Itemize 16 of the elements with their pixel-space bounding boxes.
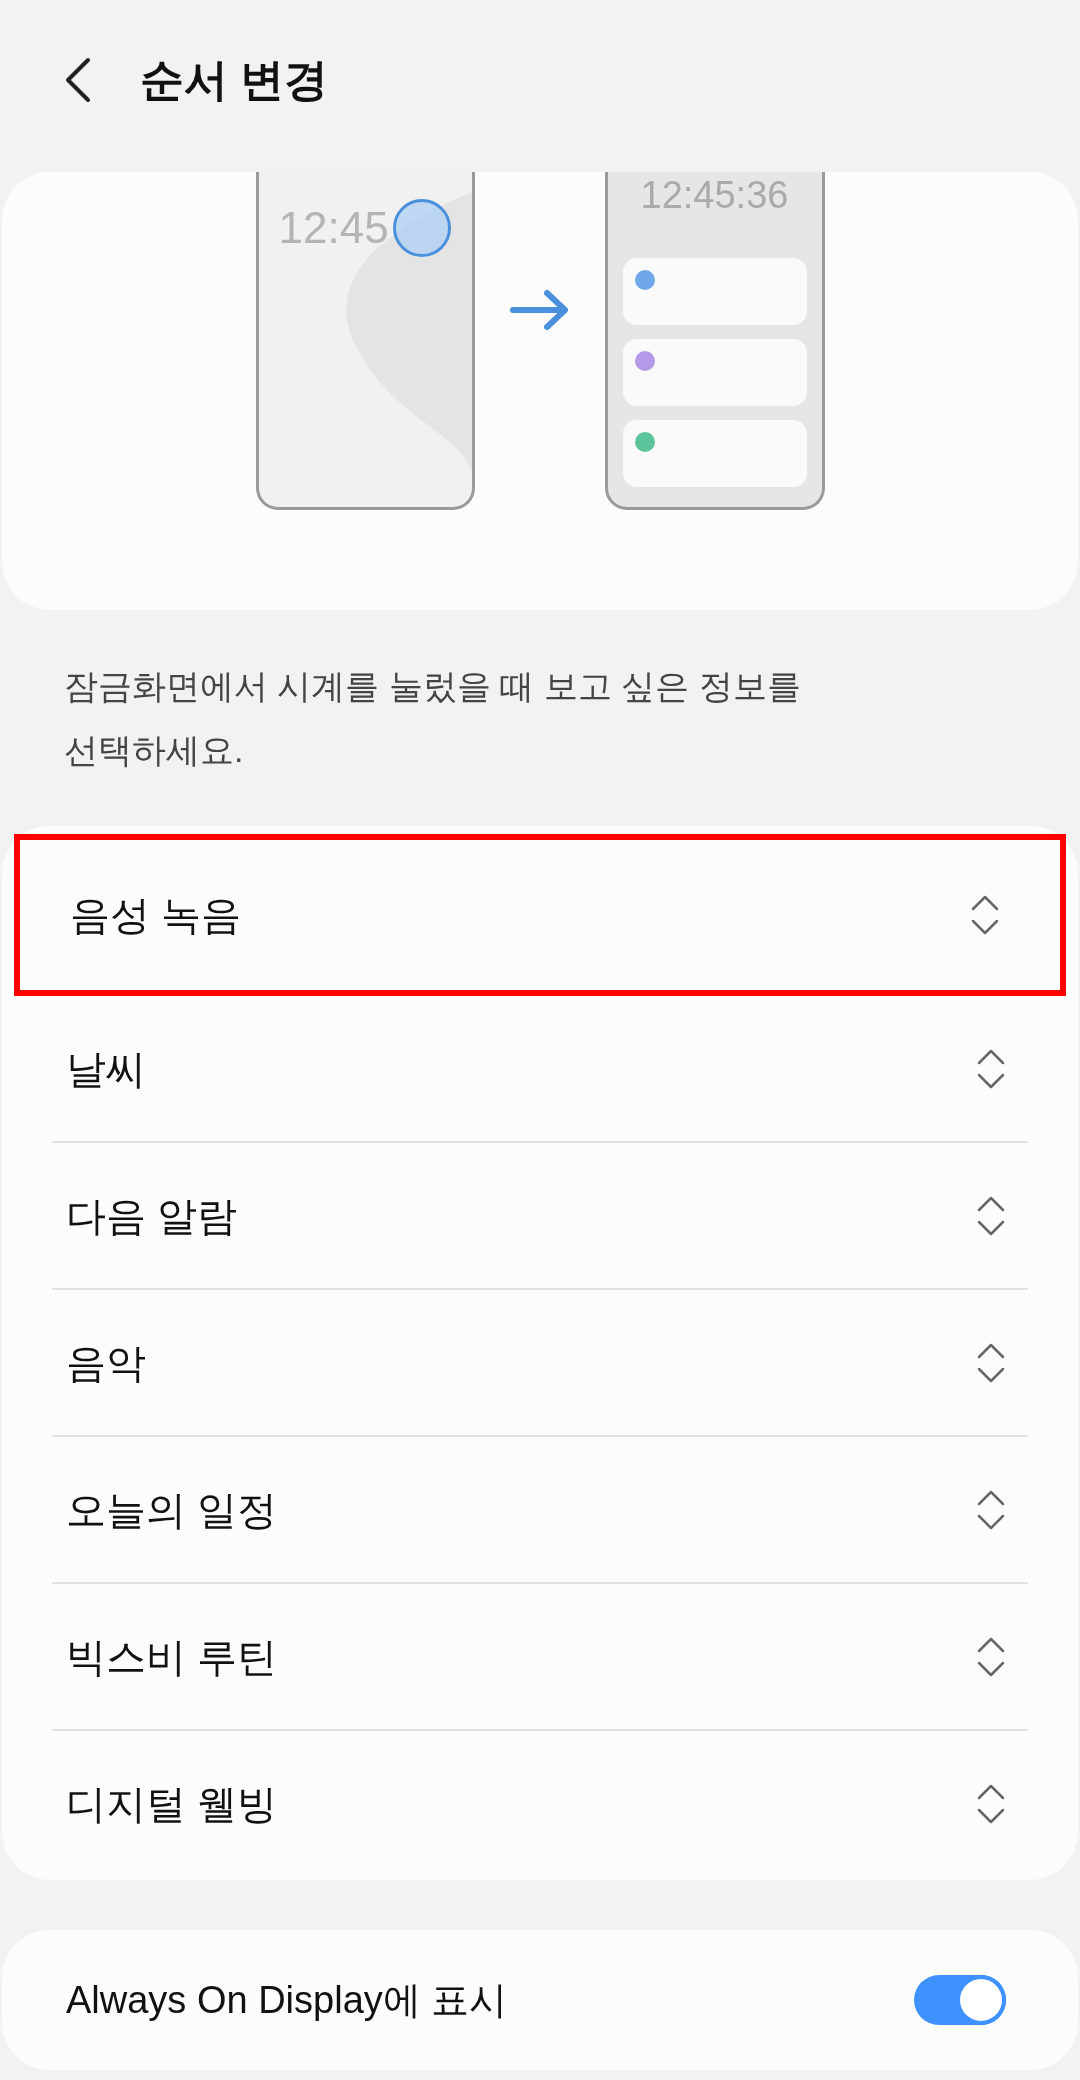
touch-icon (392, 199, 451, 257)
list-item[interactable]: 날씨 (2, 996, 1078, 1141)
list-item[interactable]: 음악 (2, 1290, 1078, 1435)
list-item[interactable]: 디지털 웰빙 (2, 1731, 1078, 1876)
page-title: 순서 변경 (140, 54, 329, 106)
list-item[interactable]: 음성 녹음 (14, 834, 1066, 996)
list-item[interactable]: 오늘의 일정 (2, 1437, 1078, 1582)
toggle-switch[interactable] (914, 1975, 1006, 2025)
aod-label: Always On Display에 표시 (66, 1977, 508, 2023)
arrow-icon (508, 288, 571, 332)
lock-clock: 12:45 (278, 202, 389, 254)
panel-clock: 12:45:36 (640, 173, 789, 218)
list-item[interactable]: 빅스비 루틴 (2, 1584, 1078, 1729)
reorder-icon[interactable] (970, 893, 1000, 937)
list-item[interactable]: 다음 알람 (2, 1143, 1078, 1288)
description-text: 잠금화면에서 시계를 눌렀을 때 보고 싶은 정보를 선택하세요. (63, 666, 802, 771)
